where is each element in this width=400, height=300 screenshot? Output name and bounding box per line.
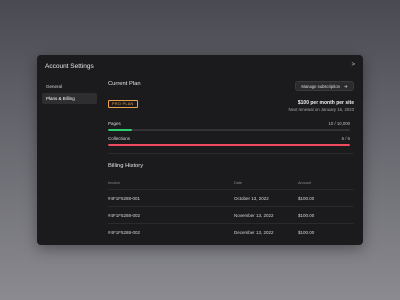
usage-collections: Collections 6 / 6: [108, 136, 350, 146]
billing-history-title: Billing History: [108, 163, 144, 169]
plan-card: PRO PLAN $100 per month per site Next re…: [108, 96, 354, 154]
main-content: Current Plan Manage subscription PRO PLA…: [108, 81, 354, 235]
settings-sidebar: General Plans & Billing: [42, 81, 97, 105]
plan-price: $100 per month per site: [297, 100, 354, 106]
invoice-id: #4F1F5288-001: [108, 196, 141, 201]
progress-track: [108, 129, 350, 131]
plan-badge: PRO PLAN: [108, 100, 138, 108]
table-header: Invoice Date Amount: [108, 178, 354, 190]
invoice-date: November 13, 2022: [234, 213, 274, 218]
column-header-invoice: Invoice: [108, 181, 121, 185]
column-header-amount: Amount: [298, 181, 312, 185]
invoice-amount: $100.00: [298, 196, 315, 201]
sidebar-item-plans-billing[interactable]: Plans & Billing: [42, 93, 97, 104]
progress-fill: [108, 129, 133, 131]
billing-table: Invoice Date Amount #4F1F5288-001 Octobe…: [108, 178, 354, 241]
usage-label: Pages: [108, 121, 121, 126]
account-settings-modal: Account Settings > General Plans & Billi…: [37, 55, 363, 245]
sidebar-item-general[interactable]: General: [42, 81, 97, 92]
manage-subscription-label: Manage subscription: [301, 83, 340, 89]
usage-value: 6 / 6: [341, 136, 350, 141]
table-row[interactable]: #4F1F5288-002 November 13, 2022 $100.00: [108, 207, 354, 224]
invoice-id: #4F1F5288-002: [108, 230, 141, 235]
invoice-id: #4F1F5288-002: [108, 213, 141, 218]
usage-pages: Pages 10 / 10,000: [108, 121, 350, 131]
invoice-date: October 13, 2022: [234, 196, 269, 201]
arrow-icon: [344, 84, 348, 88]
invoice-date: December 13, 2022: [234, 230, 274, 235]
modal-title: Account Settings: [45, 63, 94, 70]
table-row[interactable]: #4F1F5288-002 December 13, 2022 $100.00: [108, 224, 354, 241]
progress-track: [108, 144, 350, 146]
progress-fill: [108, 144, 350, 146]
renewal-date: Next renewal on January 16, 2023: [288, 107, 354, 112]
manage-subscription-button[interactable]: Manage subscription: [295, 81, 354, 91]
table-row[interactable]: #4F1F5288-001 October 13, 2022 $100.00: [108, 190, 354, 207]
invoice-amount: $100.00: [298, 230, 315, 235]
close-button[interactable]: >: [351, 62, 355, 68]
invoice-amount: $100.00: [298, 213, 315, 218]
usage-label: Collections: [108, 136, 131, 141]
usage-value: 10 / 10,000: [328, 121, 350, 126]
column-header-date: Date: [234, 181, 243, 185]
